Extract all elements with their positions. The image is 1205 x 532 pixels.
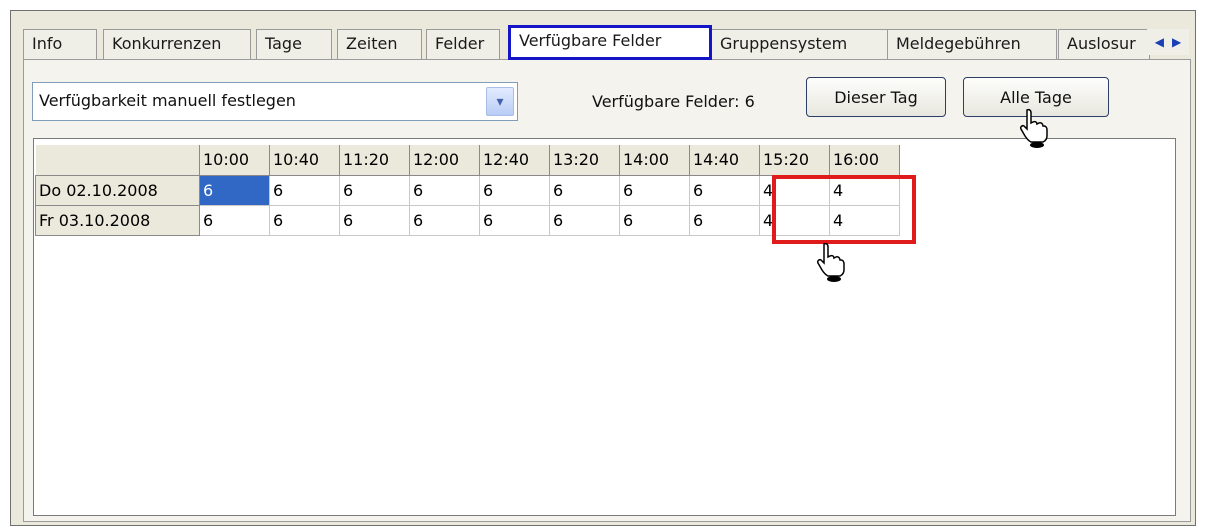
column-header: 15:20 [759,145,830,176]
grid-cell[interactable]: 4 [759,174,830,206]
row-header[interactable]: Do 02.10.2008 [35,174,200,206]
column-header: 12:40 [479,145,550,176]
availability-select-value: Verfügbarkeit manuell festlegen [39,91,296,110]
tab-tage[interactable]: Tage [256,29,332,59]
grid-cell[interactable]: 6 [269,204,340,236]
grid-cell[interactable]: 6 [199,204,270,236]
chevron-down-icon[interactable]: ▾ [486,87,514,116]
chevron-right-icon[interactable]: ▶ [1172,35,1181,49]
grid-cell[interactable]: 6 [549,204,620,236]
tab-zeiten[interactable]: Zeiten [337,29,422,59]
tab-scroll-controls: ◀ ▶ [1147,29,1189,55]
tab-meldegebuehren[interactable]: Meldegebühren [887,29,1057,59]
column-header: 11:20 [339,145,410,176]
column-header: 10:00 [199,145,270,176]
grid-cell[interactable]: 4 [829,204,900,236]
tab-konkurrenzen[interactable]: Konkurrenzen [103,29,251,59]
column-header: 13:20 [549,145,620,176]
availability-table: 10:00 10:40 11:20 12:00 12:40 13:20 14:0… [35,145,900,236]
tab-felder[interactable]: Felder [426,29,500,59]
tab-verfuegbare-felder[interactable]: Verfügbare Felder [508,25,712,60]
column-header: 16:00 [829,145,900,176]
tab-gruppensystem[interactable]: Gruppensystem [711,29,891,59]
column-header: 14:40 [689,145,760,176]
row-header[interactable]: Fr 03.10.2008 [35,204,200,236]
column-header: 14:00 [619,145,690,176]
tab-info[interactable]: Info [23,29,97,59]
corner-cell [35,145,200,176]
grid-cell[interactable]: 6 [199,174,270,206]
tab-auslosung[interactable]: Auslosur [1058,29,1150,59]
hand-cursor-icon [817,242,845,282]
table-row: Do 02.10.2008 6 6 6 6 6 6 6 6 4 4 [35,174,900,206]
available-fields-label: Verfügbare Felder: 6 [592,92,755,111]
grid-cell[interactable]: 6 [689,174,760,206]
grid-cell[interactable]: 6 [339,204,410,236]
availability-select[interactable]: Verfügbarkeit manuell festlegen ▾ [32,82,518,121]
this-day-button[interactable]: Dieser Tag [806,77,946,117]
column-header: 10:40 [269,145,340,176]
table-row: Fr 03.10.2008 6 6 6 6 6 6 6 6 4 4 [35,204,900,236]
grid-cell[interactable]: 6 [409,174,480,206]
hand-cursor-icon [1020,108,1048,148]
tab-bar: Info Konkurrenzen Tage Zeiten Felder Ver… [23,25,1193,61]
grid-cell[interactable]: 4 [829,174,900,206]
table-header-row: 10:00 10:40 11:20 12:00 12:40 13:20 14:0… [35,145,900,176]
grid-cell[interactable]: 6 [339,174,410,206]
chevron-left-icon[interactable]: ◀ [1155,35,1164,49]
grid-cell[interactable]: 6 [619,174,690,206]
grid-cell[interactable]: 6 [269,174,340,206]
column-header: 12:00 [409,145,480,176]
grid-cell[interactable]: 6 [619,204,690,236]
grid-cell[interactable]: 6 [549,174,620,206]
grid-cell[interactable]: 4 [759,204,830,236]
grid-cell[interactable]: 6 [479,204,550,236]
grid-cell[interactable]: 6 [409,204,480,236]
grid-cell[interactable]: 6 [689,204,760,236]
grid-cell[interactable]: 6 [479,174,550,206]
